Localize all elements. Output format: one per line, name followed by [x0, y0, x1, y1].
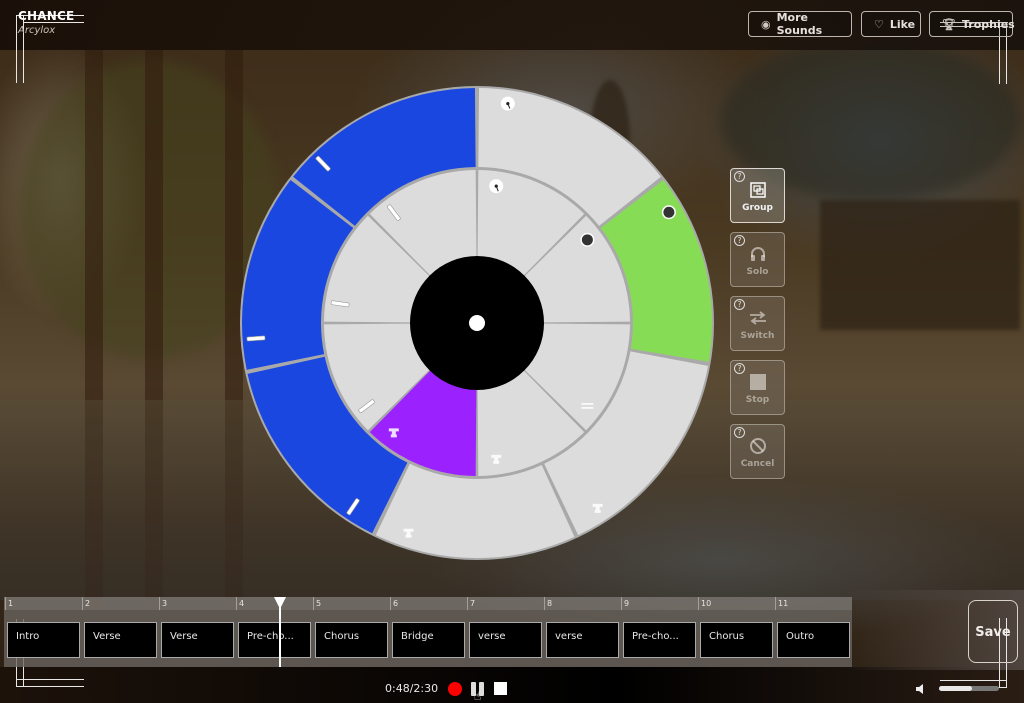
more-sounds-button[interactable]: ◉ More Sounds — [748, 11, 852, 37]
bar-number: 3 — [159, 597, 167, 610]
section-block[interactable]: Bridge — [392, 622, 465, 658]
mouse-cursor-icon: ☝ — [474, 689, 482, 703]
timeline-ruler[interactable]: 1 2 3 4 5 6 7 8 9 10 11 — [4, 597, 852, 610]
bottom-bar — [0, 667, 1024, 703]
stop-icon — [731, 372, 784, 392]
bar-number: 8 — [544, 597, 552, 610]
cancel-icon — [731, 436, 784, 456]
bar-number: 5 — [313, 597, 321, 610]
playback-time: 0:48/2:30 — [385, 682, 439, 695]
trophies-button[interactable]: 🏆︎ Trophies — [929, 11, 1015, 37]
section-block[interactable]: Verse — [84, 622, 157, 658]
section-block[interactable]: Intro — [7, 622, 80, 658]
slider-icon — [246, 335, 266, 342]
section-block[interactable]: Chorus — [700, 622, 773, 658]
solo-tool-button[interactable]: ? Solo — [730, 232, 785, 287]
section-block[interactable]: verse — [469, 622, 542, 658]
disc-icon: ◉ — [761, 17, 771, 31]
bar-number: 10 — [698, 597, 711, 610]
group-tool-button[interactable]: ? Group — [730, 168, 785, 223]
dial-icon — [500, 96, 515, 111]
switch-icon — [731, 308, 784, 328]
bar-number: 9 — [621, 597, 629, 610]
section-block[interactable]: verse — [546, 622, 619, 658]
bar-number: 6 — [390, 597, 398, 610]
switch-label: Switch — [740, 331, 775, 341]
volume-slider[interactable] — [939, 686, 999, 691]
stop-tool-button[interactable]: ? Stop — [730, 360, 785, 415]
section-block[interactable]: Pre-cho... — [238, 622, 311, 658]
bar-number: 4 — [236, 597, 244, 610]
bar-number: 1 — [5, 597, 13, 610]
heart-icon: ♡ — [874, 17, 884, 31]
more-sounds-label: More Sounds — [776, 11, 823, 37]
bar-number: 11 — [775, 597, 788, 610]
dot-icon — [661, 205, 676, 220]
like-label: Like — [889, 17, 916, 31]
section-block[interactable]: Outro — [777, 622, 850, 658]
center-dot — [469, 315, 485, 331]
section-block[interactable]: Pre-cho... — [623, 622, 696, 658]
playhead[interactable] — [279, 604, 281, 667]
like-button[interactable]: ♡ Like — [861, 11, 921, 37]
app-title: CHANCE — [18, 9, 75, 23]
headphones-icon — [731, 244, 784, 264]
dot-icon — [580, 232, 595, 247]
stop-button[interactable] — [494, 682, 507, 695]
volume-icon[interactable] — [915, 683, 927, 695]
dial-icon — [489, 179, 504, 194]
trophy-icon: 🏆︎ — [942, 17, 956, 31]
volume-level — [939, 686, 972, 691]
section-block[interactable]: Chorus — [315, 622, 388, 658]
solo-label: Solo — [746, 267, 769, 277]
bar-number: 2 — [82, 597, 90, 610]
app-subtitle: Arcylox — [18, 25, 56, 36]
cancel-tool-button[interactable]: ? Cancel — [730, 424, 785, 479]
trophies-label: Trophies — [961, 17, 1015, 31]
group-label: Group — [742, 203, 773, 213]
save-button[interactable]: Save — [968, 600, 1018, 663]
playhead-handle[interactable] — [274, 597, 286, 609]
stop-label: Stop — [745, 395, 770, 405]
record-button[interactable] — [448, 682, 462, 696]
switch-tool-button[interactable]: ? Switch — [730, 296, 785, 351]
cancel-label: Cancel — [740, 459, 775, 469]
group-icon — [731, 180, 784, 200]
bar-number: 7 — [467, 597, 475, 610]
section-block[interactable]: Verse — [161, 622, 234, 658]
